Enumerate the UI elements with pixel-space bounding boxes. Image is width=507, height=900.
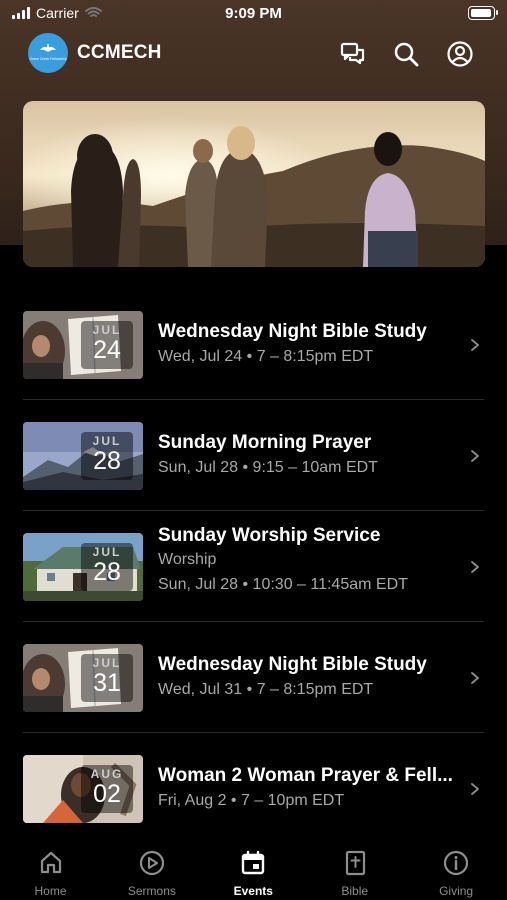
battery-icon	[468, 6, 498, 20]
bible-icon	[345, 850, 365, 876]
event-day: 28	[93, 447, 121, 475]
chevron-right-icon	[471, 672, 479, 684]
play-icon	[139, 850, 164, 876]
event-date-badge: AUG 02	[81, 765, 133, 813]
home-icon	[40, 851, 61, 874]
event-month: JUL	[92, 656, 122, 670]
tab-bar: Home Sermons Events Bible Giving	[0, 838, 507, 900]
event-row[interactable]: JUL 31 Wednesday Night Bible Study Wed, Jul…	[0, 622, 507, 733]
battery-fill	[471, 9, 491, 17]
tab-events[interactable]: Events	[203, 838, 304, 898]
tab-giving[interactable]: Giving	[406, 838, 507, 898]
event-title: Wednesday Night Bible Study	[158, 654, 427, 675]
tab-sermons[interactable]: Sermons	[101, 838, 202, 898]
tab-label: Events	[233, 884, 273, 898]
event-row[interactable]: JUL 24 Wednesday Night Bible Study Wed, Jul…	[0, 289, 507, 400]
event-thumbnail: JUL 28	[23, 533, 143, 601]
event-month: AUG	[90, 767, 124, 781]
status-time: 9:09 PM	[225, 5, 282, 22]
event-thumbnail: JUL 31	[23, 644, 143, 712]
event-day: 24	[93, 336, 121, 364]
event-row[interactable]: JUL 28 Sunday Morning Prayer Sun, Jul 28 • …	[0, 400, 507, 511]
event-month: JUL	[92, 434, 122, 448]
hero-image[interactable]	[23, 101, 485, 267]
messages-icon[interactable]	[338, 39, 368, 69]
status-bar: Carrier 9:09 PM	[0, 0, 507, 30]
app-bar: Grace Creek Fellowship CCMECH	[0, 32, 507, 76]
event-day: 31	[93, 669, 121, 697]
event-thumbnail: JUL 24	[23, 311, 143, 379]
tab-bible[interactable]: Bible	[304, 838, 405, 898]
event-time: Wed, Jul 31 • 7 – 8:15pm EDT	[158, 681, 374, 698]
chevron-right-icon	[471, 783, 479, 795]
chevron-right-icon	[471, 561, 479, 573]
event-title: Sunday Worship Service	[158, 525, 381, 546]
event-title: Sunday Morning Prayer	[158, 432, 372, 453]
event-date-badge: JUL 28	[81, 432, 133, 480]
info-icon	[443, 850, 469, 876]
event-date-badge: JUL 28	[81, 543, 133, 591]
event-title: Woman 2 Woman Prayer & Fell...	[158, 765, 453, 786]
event-time: Sun, Jul 28 • 9:15 – 10am EDT	[158, 459, 378, 476]
event-row[interactable]: JUL 28 Sunday Worship Service Worship Sun, J…	[0, 511, 507, 622]
logo-text: Grace Creek Fellowship	[29, 57, 66, 61]
app-title: CCMECH	[77, 42, 162, 63]
event-day: 28	[93, 558, 121, 586]
tab-label: Bible	[341, 884, 369, 898]
event-date-badge: JUL 24	[81, 321, 133, 369]
profile-icon[interactable]	[445, 39, 475, 69]
event-date-badge: JUL 31	[81, 654, 133, 702]
logo-mark-icon: Grace Creek Fellowship	[29, 44, 67, 61]
hero-photo	[23, 101, 485, 267]
tab-label: Sermons	[127, 884, 176, 898]
church-logo[interactable]: Grace Creek Fellowship	[28, 33, 68, 73]
event-time: Wed, Jul 24 • 7 – 8:15pm EDT	[158, 348, 374, 365]
calendar-icon	[242, 850, 265, 875]
event-title: Wednesday Night Bible Study	[158, 321, 427, 342]
event-category: Worship	[158, 551, 217, 568]
event-row[interactable]: AUG 02 Woman 2 Woman Prayer & Fell... Fri, …	[0, 733, 507, 844]
event-thumbnail: JUL 28	[23, 422, 143, 490]
event-time: Fri, Aug 2 • 7 – 10pm EDT	[158, 792, 345, 809]
chevron-right-icon	[471, 339, 479, 351]
tab-home[interactable]: Home	[0, 838, 101, 898]
event-month: JUL	[92, 545, 122, 559]
tab-label: Giving	[439, 884, 474, 898]
event-month: JUL	[92, 323, 122, 337]
tab-label: Home	[34, 884, 67, 898]
search-icon[interactable]	[391, 39, 421, 69]
chevron-right-icon	[471, 450, 479, 462]
event-thumbnail: AUG 02	[23, 755, 143, 823]
event-day: 02	[93, 780, 121, 808]
event-time: Sun, Jul 28 • 10:30 – 11:45am EDT	[158, 576, 408, 593]
